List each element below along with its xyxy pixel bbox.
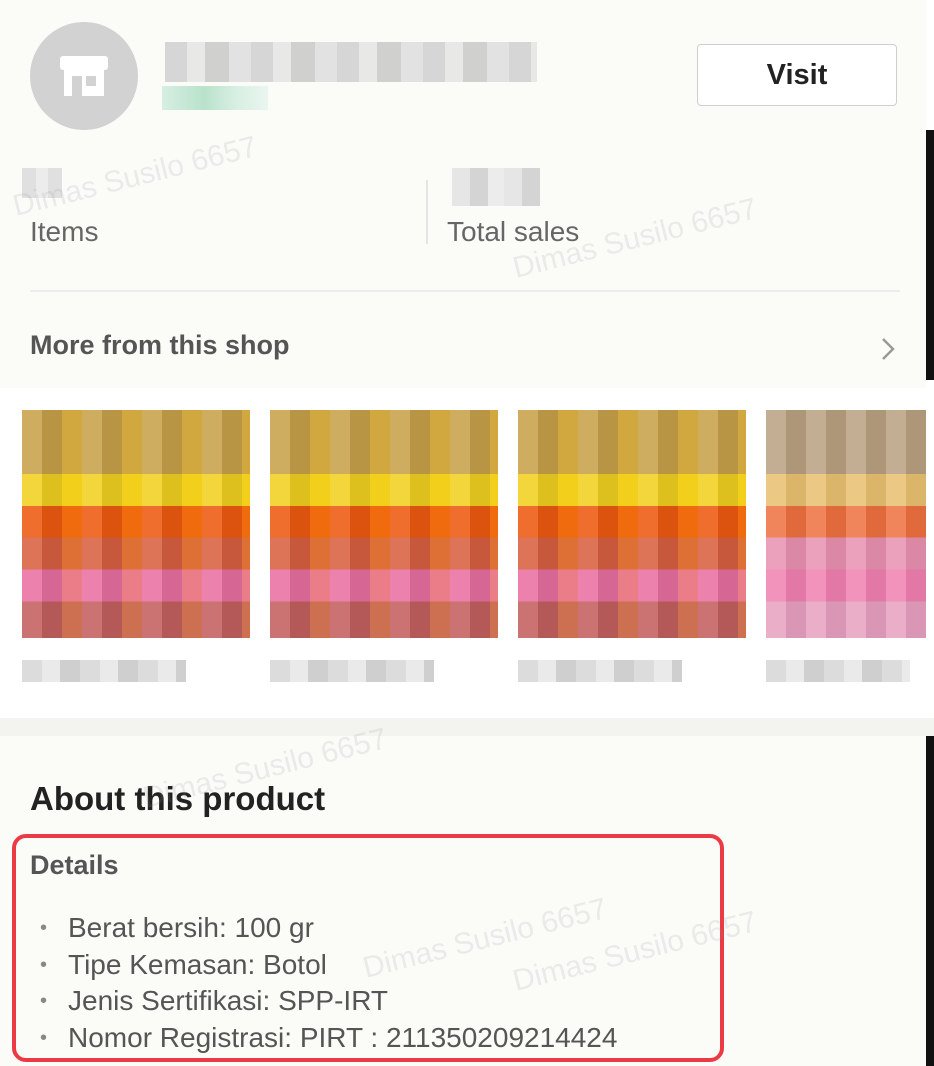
total-sales-count — [452, 168, 540, 206]
detail-item: Nomor Registrasi: PIRT : 211350209214424 — [40, 1020, 617, 1057]
stats-divider — [426, 180, 428, 244]
shop-badge — [162, 86, 268, 110]
store-icon — [60, 56, 108, 96]
shop-name — [165, 42, 537, 82]
product-card[interactable] — [518, 410, 746, 638]
more-from-shop-title[interactable]: More from this shop — [30, 330, 290, 361]
product-carousel[interactable] — [0, 388, 934, 718]
product-title — [518, 660, 682, 682]
chevron-right-icon[interactable] — [880, 336, 896, 362]
product-title — [270, 660, 434, 682]
product-title — [766, 660, 910, 682]
product-card[interactable] — [766, 410, 926, 638]
product-card[interactable] — [22, 410, 250, 638]
section-separator — [0, 718, 934, 736]
visit-button[interactable]: Visit — [697, 44, 897, 106]
section-divider — [30, 290, 900, 292]
details-title: Details — [30, 850, 119, 880]
shop-avatar[interactable] — [30, 22, 138, 130]
items-label: Items — [30, 216, 99, 247]
product-card[interactable] — [270, 410, 498, 638]
product-title — [22, 660, 186, 682]
